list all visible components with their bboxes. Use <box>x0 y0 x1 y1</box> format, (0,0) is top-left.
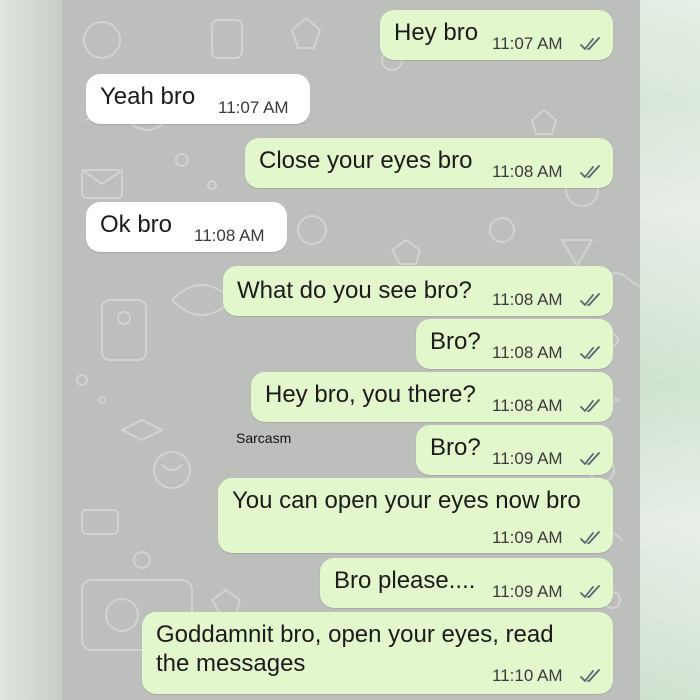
message-text: Ok bro <box>100 211 173 238</box>
message-bubble-outgoing[interactable]: Bro please.... 11:09 AM <box>320 558 613 608</box>
double-tick-icon <box>580 585 600 598</box>
message-timestamp: 11:09 AM <box>492 528 563 547</box>
message-text: Bro please.... <box>334 567 476 594</box>
message-timestamp: 11:08 AM <box>492 162 563 181</box>
message-text: Bro? <box>430 434 481 461</box>
message-bubble-outgoing[interactable]: Hey bro 11:07 AM <box>380 10 613 60</box>
message-bubble-outgoing[interactable]: Bro? 11:08 AM <box>416 319 613 369</box>
double-tick-icon <box>580 346 600 359</box>
double-tick-icon <box>580 669 600 682</box>
double-tick-icon <box>580 531 600 544</box>
watermark-label: Sarcasm <box>236 430 292 446</box>
message-bubble-outgoing[interactable]: What do you see bro? 11:08 AM <box>223 266 613 316</box>
double-tick-icon <box>580 37 600 50</box>
message-timestamp: 11:10 AM <box>492 666 563 685</box>
message-bubble-outgoing[interactable]: Hey bro, you there? 11:08 AM <box>251 372 613 422</box>
double-tick-icon <box>580 165 600 178</box>
message-timestamp: 11:08 AM <box>492 396 563 415</box>
double-tick-icon <box>580 452 600 465</box>
message-text-line-2: the messages <box>156 650 306 677</box>
message-text: Hey bro <box>394 19 479 46</box>
message-text: What do you see bro? <box>237 277 472 304</box>
message-bubble-outgoing[interactable]: Bro? 11:09 AM <box>416 425 613 475</box>
message-timestamp: 11:07 AM <box>492 34 563 53</box>
message-text: Close your eyes bro <box>259 147 473 174</box>
message-timestamp: 11:08 AM <box>492 290 563 309</box>
message-bubble-outgoing[interactable]: Goddamnit bro, open your eyes, read the … <box>142 612 613 694</box>
message-bubble-incoming[interactable]: Yeah bro 11:07 AM <box>86 74 310 124</box>
message-timestamp: 11:07 AM <box>218 98 289 117</box>
message-bubble-outgoing[interactable]: Close your eyes bro 11:08 AM <box>245 138 613 188</box>
message-bubble-outgoing[interactable]: You can open your eyes now bro 11:09 AM <box>218 478 613 553</box>
message-text-line-1: Goddamnit bro, open your eyes, read <box>156 621 554 648</box>
message-text: Hey bro, you there? <box>265 381 476 408</box>
background-blur <box>640 0 700 700</box>
message-text: You can open your eyes now bro <box>232 487 581 514</box>
message-timestamp: 11:08 AM <box>492 343 563 362</box>
message-bubble-incoming[interactable]: Ok bro 11:08 AM <box>86 202 287 252</box>
double-tick-icon <box>580 399 600 412</box>
message-timestamp: 11:08 AM <box>194 226 265 245</box>
message-text: Yeah bro <box>100 83 196 110</box>
message-timestamp: 11:09 AM <box>492 582 563 601</box>
double-tick-icon <box>580 293 600 306</box>
message-timestamp: 11:09 AM <box>492 449 563 468</box>
message-text: Bro? <box>430 328 481 355</box>
